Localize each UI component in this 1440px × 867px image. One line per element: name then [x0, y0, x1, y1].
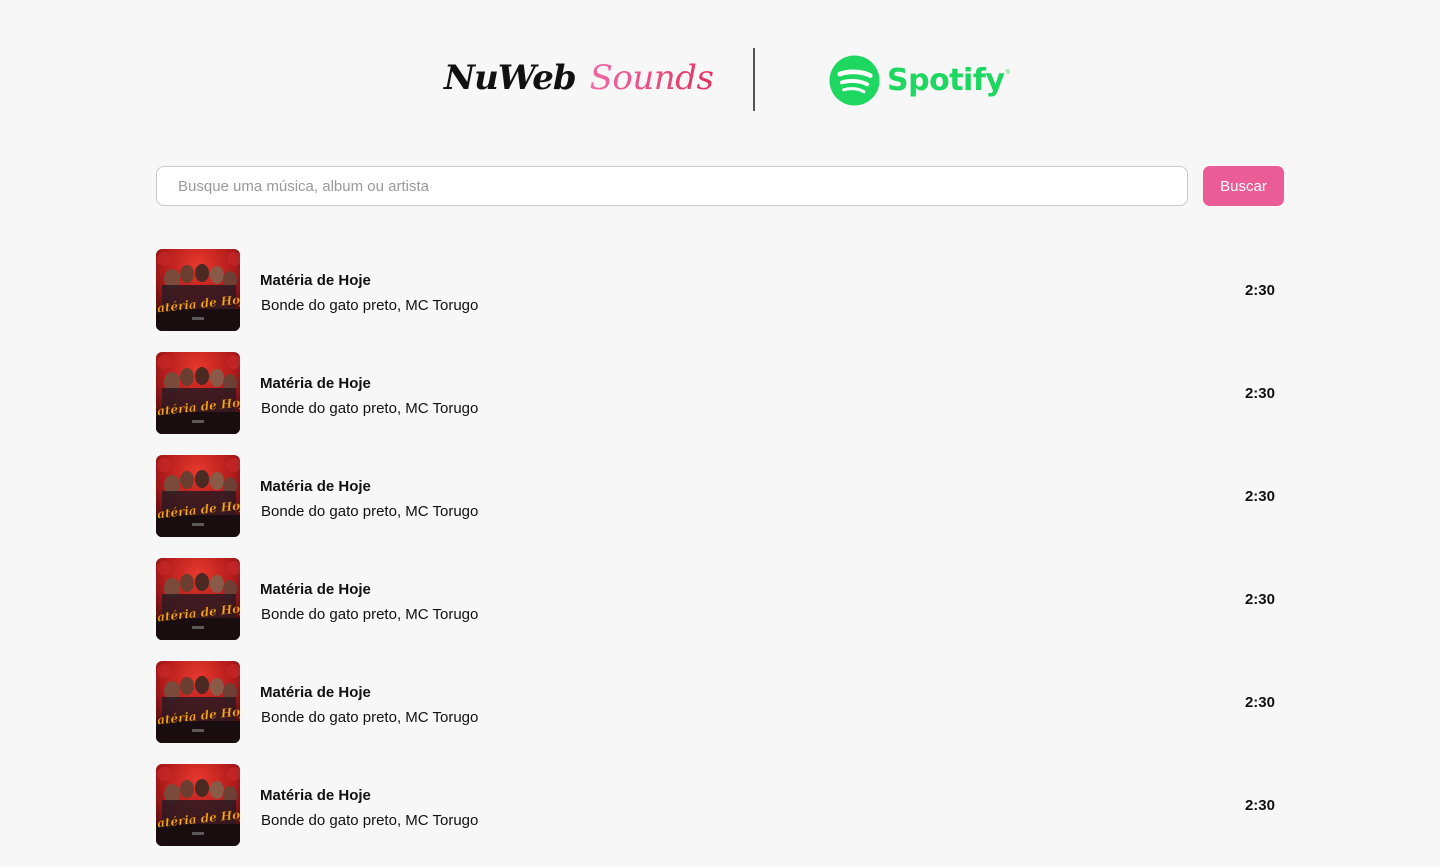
track-duration: 2:30 — [1244, 591, 1275, 608]
track-duration: 2:30 — [1244, 282, 1275, 299]
track-row[interactable]: Matéria de Hoje Matéria de Hoje Bonde do… — [156, 558, 1284, 640]
track-title: Matéria de Hoje — [260, 272, 371, 289]
album-cover: Matéria de Hoje — [156, 558, 240, 640]
album-cover: Matéria de Hoje — [156, 661, 240, 743]
album-cover: Matéria de Hoje — [156, 764, 240, 846]
track-artists: Bonde do gato preto, MC Torugo — [261, 297, 479, 314]
album-cover-art: Matéria de Hoje — [156, 558, 240, 640]
spotify-wordmark: Spotify — [887, 62, 1005, 98]
registered-mark: ® — [1005, 70, 1010, 76]
header: NuWeb Sounds Spotify ® — [0, 0, 1440, 150]
track-artists: Bonde do gato preto, MC Torugo — [261, 606, 479, 623]
track-duration: 2:30 — [1244, 488, 1275, 505]
track-title: Matéria de Hoje — [260, 478, 371, 495]
spotify-logo: Spotify ® — [829, 54, 1010, 106]
album-cover: Matéria de Hoje — [156, 249, 240, 331]
album-cover-art: Matéria de Hoje — [156, 661, 240, 743]
track-title: Matéria de Hoje — [260, 375, 371, 392]
track-duration: 2:30 — [1244, 694, 1275, 711]
track-artists: Bonde do gato preto, MC Torugo — [261, 812, 479, 829]
brand-name-part2: Sounds — [589, 58, 714, 98]
spotify-icon — [829, 54, 880, 106]
album-cover: Matéria de Hoje — [156, 455, 240, 537]
track-row[interactable]: Matéria de Hoje Matéria de Hoje Bonde do… — [156, 352, 1284, 434]
nuweb-sounds-logo: NuWeb Sounds — [444, 58, 714, 102]
album-cover-art: Matéria de Hoje — [156, 455, 240, 537]
search-input[interactable] — [156, 166, 1188, 206]
track-artists: Bonde do gato preto, MC Torugo — [261, 400, 479, 417]
track-title: Matéria de Hoje — [260, 787, 371, 804]
album-cover-art: Matéria de Hoje — [156, 249, 240, 331]
track-list: Matéria de Hoje Matéria de Hoje Bonde do… — [156, 249, 1284, 867]
header-divider — [753, 48, 755, 111]
track-row[interactable]: Matéria de Hoje Matéria de Hoje Bonde do… — [156, 764, 1284, 846]
track-row[interactable]: Matéria de Hoje Matéria de Hoje Bonde do… — [156, 661, 1284, 743]
track-row[interactable]: Matéria de Hoje Matéria de Hoje Bonde do… — [156, 455, 1284, 537]
search-button[interactable]: Buscar — [1203, 166, 1284, 206]
brand-name-part1: NuWeb — [444, 58, 577, 98]
album-cover-art: Matéria de Hoje — [156, 352, 240, 434]
album-cover-art: Matéria de Hoje — [156, 764, 240, 846]
track-duration: 2:30 — [1244, 385, 1275, 402]
track-title: Matéria de Hoje — [260, 684, 371, 701]
track-title: Matéria de Hoje — [260, 581, 371, 598]
search-bar: Buscar — [156, 166, 1284, 206]
album-cover: Matéria de Hoje — [156, 352, 240, 434]
track-artists: Bonde do gato preto, MC Torugo — [261, 709, 479, 726]
track-row[interactable]: Matéria de Hoje Matéria de Hoje Bonde do… — [156, 249, 1284, 331]
track-artists: Bonde do gato preto, MC Torugo — [261, 503, 479, 520]
